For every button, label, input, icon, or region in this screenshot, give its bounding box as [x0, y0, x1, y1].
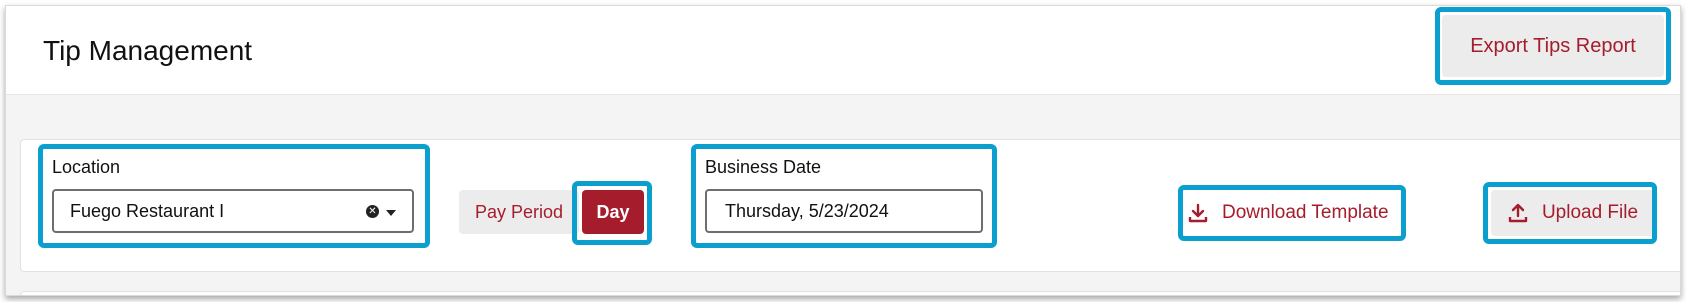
business-date-highlight: [691, 144, 997, 248]
results-card: [20, 291, 1680, 295]
page-title: Tip Management: [43, 35, 253, 66]
export-highlight: [1435, 7, 1671, 85]
upload-highlight: [1483, 182, 1657, 244]
page-header: Tip Management: [6, 6, 1680, 95]
day-highlight: [572, 181, 652, 245]
download-highlight: [1178, 185, 1406, 241]
pay-period-toggle[interactable]: Pay Period: [459, 190, 579, 234]
location-highlight: [38, 144, 430, 248]
